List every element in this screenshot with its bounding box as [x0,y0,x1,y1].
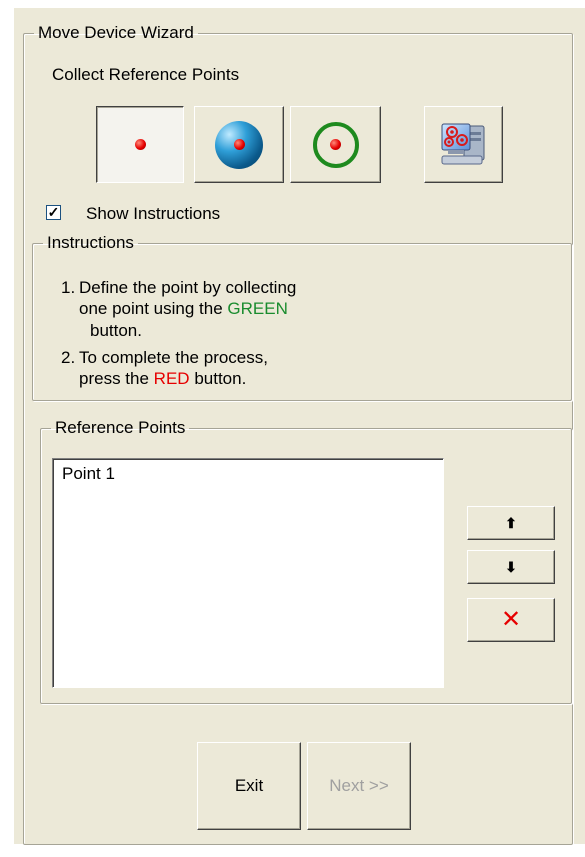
blue-sphere-point-icon [215,120,263,169]
list-item[interactable]: Point 1 [62,464,115,484]
step-title: Collect Reference Points [52,65,240,84]
checkbox-check-icon: ✓ [47,204,60,220]
red-highlight: RED [153,369,190,388]
device-view-button[interactable] [424,106,503,183]
next-button-label: Next >> [329,776,389,795]
instruction-step2-number: 2. [61,348,76,367]
delete-point-button[interactable]: ✕ [467,598,555,642]
instruction-step2-line2: press the RED button. [79,369,247,388]
instruction-step2-line1: To complete the process, [79,348,268,367]
arrow-up-icon: ⬆ [505,515,517,531]
green-highlight: GREEN [227,299,288,318]
next-button[interactable]: Next >> [307,742,411,830]
collect-red-point-button[interactable] [96,106,184,183]
exit-button-label: Exit [234,776,264,795]
instruction-step1-line3: button. [90,321,142,340]
green-circle-point-icon [312,121,359,168]
instruction-step1-number: 1. [61,278,76,297]
arrow-down-icon: ⬇ [505,559,517,575]
show-instructions-label[interactable]: Show Instructions [86,204,220,224]
collect-blue-point-button[interactable] [194,106,284,183]
wizard-panel: Move Device Wizard Collect Reference Poi… [0,0,585,857]
reference-points-title: Reference Points [55,418,186,437]
exit-button[interactable]: Exit [197,742,301,830]
delete-x-icon: ✕ [500,606,522,633]
red-point-icon [134,139,146,150]
device-computer-icon [441,123,484,164]
reference-points-list[interactable]: Point 1 [52,458,444,688]
red-point-icon [233,139,245,150]
instructions-title: Instructions [47,233,134,252]
instruction-step1-line2: one point using the GREEN [79,299,288,318]
move-down-button[interactable]: ⬇ [467,550,555,584]
red-point-icon [330,139,341,150]
wizard-title: Move Device Wizard [38,23,194,42]
instruction-step1-line1: Define the point by collecting [79,278,297,297]
move-up-button[interactable]: ⬆ [467,506,555,540]
show-instructions-checkbox[interactable]: ✓ [46,205,61,220]
collect-green-point-button[interactable] [290,106,381,183]
